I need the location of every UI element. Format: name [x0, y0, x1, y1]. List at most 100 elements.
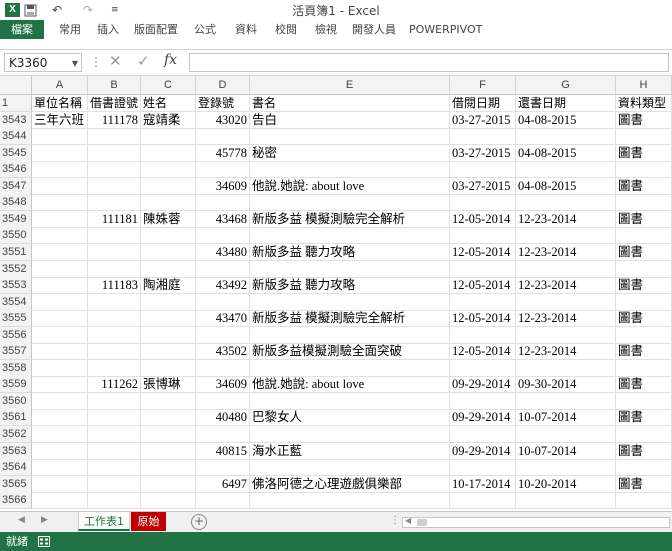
grid-cell[interactable]	[196, 459, 250, 476]
name-box[interactable]: K3360 ▼	[4, 53, 82, 72]
grid-cell[interactable]	[141, 310, 196, 327]
grid-cell[interactable]	[450, 261, 516, 278]
grid-cell[interactable]	[141, 128, 196, 145]
tab-developer[interactable]: 開發人員	[351, 20, 397, 39]
grid-cell[interactable]: 43502	[196, 343, 250, 360]
grid-cell[interactable]	[516, 261, 616, 278]
grid-cell[interactable]: 09-29-2014	[450, 376, 516, 393]
grid-cell[interactable]	[88, 459, 141, 476]
row-header[interactable]: 3560	[0, 393, 32, 410]
grid-cell[interactable]	[516, 294, 616, 311]
grid-cell[interactable]: 12-05-2014	[450, 244, 516, 261]
grid-cell[interactable]: 03-27-2015	[450, 112, 516, 129]
grid-cell[interactable]: 他說.她說: about love	[250, 376, 450, 393]
header-cell[interactable]: 還書日期	[516, 95, 616, 112]
grid-cell[interactable]	[250, 360, 450, 377]
grid-cell[interactable]	[516, 227, 616, 244]
grid-cell[interactable]	[616, 261, 672, 278]
grid-cell[interactable]	[250, 194, 450, 211]
grid-cell[interactable]: 03-27-2015	[450, 178, 516, 195]
row-header[interactable]: 3547	[0, 178, 32, 195]
column-header-f[interactable]: F	[450, 76, 516, 95]
grid-cell[interactable]	[88, 327, 141, 344]
grid-cell[interactable]: 04-08-2015	[516, 145, 616, 162]
sheet-tab-original[interactable]: 原始	[131, 512, 166, 531]
column-header-h[interactable]: H	[616, 76, 672, 95]
grid-cell[interactable]	[32, 476, 88, 493]
grid-cell[interactable]: 34609	[196, 376, 250, 393]
grid-cell[interactable]	[250, 426, 450, 443]
tab-view[interactable]: 檢視	[311, 20, 341, 39]
grid-cell[interactable]	[32, 443, 88, 460]
prev-sheet-icon[interactable]: ◀	[18, 515, 25, 525]
row-header[interactable]: 3555	[0, 310, 32, 327]
horizontal-scrollbar[interactable]: ◀	[402, 516, 670, 528]
row-header[interactable]: 3549	[0, 211, 32, 228]
grid-cell[interactable]	[88, 294, 141, 311]
scroll-thumb[interactable]	[417, 519, 427, 526]
row-header[interactable]: 3546	[0, 161, 32, 178]
grid-cell[interactable]	[616, 227, 672, 244]
grid-cell[interactable]	[196, 426, 250, 443]
grid-cell[interactable]	[250, 128, 450, 145]
grid-cell[interactable]	[88, 409, 141, 426]
grid-cell[interactable]	[250, 459, 450, 476]
grid-cell[interactable]: 12-23-2014	[516, 277, 616, 294]
row-header[interactable]: 3557	[0, 343, 32, 360]
grid-cell[interactable]	[516, 194, 616, 211]
grid-cell[interactable]	[450, 459, 516, 476]
row-header[interactable]: 3552	[0, 261, 32, 278]
grid-cell[interactable]: 秘密	[250, 145, 450, 162]
row-header[interactable]: 3562	[0, 426, 32, 443]
grid-cell[interactable]: 陶湘庭	[141, 277, 196, 294]
grid-cell[interactable]	[32, 310, 88, 327]
grid-cell[interactable]: 12-23-2014	[516, 244, 616, 261]
split-handle-icon[interactable]: ⋮	[390, 515, 400, 526]
grid-cell[interactable]	[88, 128, 141, 145]
grid-cell[interactable]: 43020	[196, 112, 250, 129]
row-header[interactable]: 3563	[0, 443, 32, 460]
grid-cell[interactable]	[196, 393, 250, 410]
grid-cell[interactable]: 新版多益 模擬測驗完全解析	[250, 211, 450, 228]
grid-cell[interactable]	[141, 161, 196, 178]
grid-cell[interactable]	[32, 360, 88, 377]
grid-cell[interactable]	[516, 459, 616, 476]
grid-cell[interactable]	[32, 393, 88, 410]
grid-cell[interactable]	[616, 393, 672, 410]
grid-cell[interactable]: 43468	[196, 211, 250, 228]
grid-cell[interactable]: 圖書	[616, 443, 672, 460]
tab-insert[interactable]: 插入	[93, 20, 123, 39]
tab-formulas[interactable]: 公式	[190, 20, 220, 39]
column-header-c[interactable]: C	[141, 76, 196, 95]
grid-cell[interactable]: 43470	[196, 310, 250, 327]
grid-cell[interactable]	[88, 476, 141, 493]
grid-cell[interactable]	[516, 360, 616, 377]
tab-powerpivot[interactable]: POWERPIVOT	[409, 20, 482, 39]
tab-data[interactable]: 資料	[231, 20, 261, 39]
grid-cell[interactable]	[32, 492, 88, 509]
grid-cell[interactable]	[88, 360, 141, 377]
grid-cell[interactable]	[141, 244, 196, 261]
scroll-left-icon[interactable]: ◀	[405, 516, 411, 525]
grid-cell[interactable]	[516, 327, 616, 344]
grid-cell[interactable]	[141, 492, 196, 509]
grid-cell[interactable]	[88, 426, 141, 443]
grid-cell[interactable]: 04-08-2015	[516, 178, 616, 195]
undo-icon[interactable]: ↶	[52, 2, 62, 18]
grid-cell[interactable]	[450, 360, 516, 377]
grid-cell[interactable]: 海水正藍	[250, 443, 450, 460]
grid-cell[interactable]: 09-29-2014	[450, 443, 516, 460]
grid-cell[interactable]	[141, 145, 196, 162]
grid-cell[interactable]	[32, 294, 88, 311]
grid-cell[interactable]	[616, 128, 672, 145]
row-header[interactable]: 3543	[0, 112, 32, 129]
grid-cell[interactable]	[196, 360, 250, 377]
grid-cell[interactable]	[450, 227, 516, 244]
row-header[interactable]: 3554	[0, 294, 32, 311]
grid-cell[interactable]	[32, 244, 88, 261]
resize-handle-icon[interactable]: ⋮	[90, 55, 102, 69]
next-sheet-icon[interactable]: ▶	[41, 515, 48, 525]
grid-cell[interactable]: 10-17-2014	[450, 476, 516, 493]
grid-cell[interactable]: 圖書	[616, 145, 672, 162]
grid-cell[interactable]	[196, 327, 250, 344]
